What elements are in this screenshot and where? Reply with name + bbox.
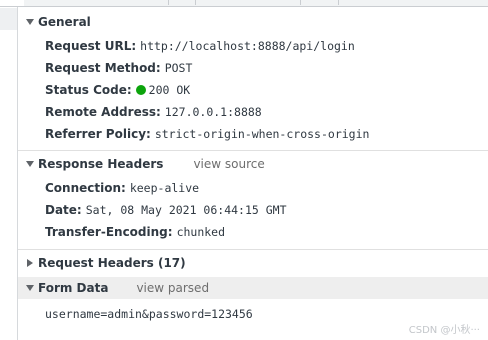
tab-separator xyxy=(195,0,196,5)
form-data-body: username=admin&password=123456 xyxy=(45,307,253,321)
form-data-body-row: username=admin&password=123456 xyxy=(45,305,253,323)
status-code-value: 200 OK xyxy=(148,83,191,97)
date-row: Date: Sat, 08 May 2021 06:44:15 GMT xyxy=(45,201,287,219)
section-divider xyxy=(18,150,488,151)
tab-headers[interactable] xyxy=(0,0,24,6)
collapsed-triangle-icon xyxy=(27,259,33,267)
request-method-value: POST xyxy=(164,61,193,75)
remote-address-label: Remote Address: xyxy=(45,105,161,119)
tab-separator xyxy=(338,0,339,5)
transfer-encoding-value: chunked xyxy=(176,225,226,239)
request-list-pane[interactable] xyxy=(0,7,18,340)
tab-separator xyxy=(300,0,301,5)
date-label: Date: xyxy=(45,203,82,217)
request-headers-section-header[interactable]: Request Headers (17) xyxy=(18,252,488,274)
form-data-title: Form Data xyxy=(38,281,109,295)
form-data-section-header[interactable]: Form Data view parsed xyxy=(18,277,488,299)
referrer-policy-label: Referrer Policy: xyxy=(45,127,151,141)
transfer-encoding-label: Transfer-Encoding: xyxy=(45,225,173,239)
expand-triangle-icon xyxy=(26,285,34,291)
referrer-policy-value: strict-origin-when-cross-origin xyxy=(154,127,370,141)
request-method-row: Request Method: POST xyxy=(45,59,192,77)
expand-triangle-icon xyxy=(26,19,34,25)
response-headers-title: Response Headers xyxy=(38,157,164,171)
status-ok-dot-icon xyxy=(135,85,146,95)
expand-triangle-icon xyxy=(26,161,34,167)
request-url-row: Request URL: http://localhost:8888/api/lo… xyxy=(45,37,355,55)
headers-panel: General Request URL: http://localhost:888… xyxy=(18,7,488,340)
tab-separator xyxy=(168,0,169,5)
remote-address-value: 127.0.0.1:8888 xyxy=(164,105,262,119)
connection-value: keep-alive xyxy=(129,181,200,195)
transfer-encoding-row: Transfer-Encoding: chunked xyxy=(45,223,225,241)
section-divider xyxy=(18,249,488,250)
request-list-row[interactable] xyxy=(0,8,17,30)
view-parsed-link[interactable]: view parsed xyxy=(136,281,209,295)
connection-label: Connection: xyxy=(45,181,126,195)
date-value: Sat, 08 May 2021 06:44:15 GMT xyxy=(85,203,287,217)
request-method-label: Request Method: xyxy=(45,61,161,75)
request-url-value: http://localhost:8888/api/login xyxy=(140,39,355,53)
connection-row: Connection: keep-alive xyxy=(45,179,199,197)
general-title: General xyxy=(38,15,91,29)
remote-address-row: Remote Address: 127.0.0.1:8888 xyxy=(45,103,262,121)
view-source-link[interactable]: view source xyxy=(193,157,264,171)
tab-strip xyxy=(0,0,488,7)
status-code-row: Status Code: 200 OK xyxy=(45,81,190,99)
status-code-label: Status Code: xyxy=(45,83,132,97)
referrer-policy-row: Referrer Policy: strict-origin-when-cross… xyxy=(45,125,369,143)
response-headers-section-header[interactable]: Response Headers view source xyxy=(18,153,488,175)
watermark: CSDN @小秋··· xyxy=(408,325,480,336)
general-section-header[interactable]: General xyxy=(18,11,488,33)
request-url-label: Request URL: xyxy=(45,39,137,53)
request-headers-title: Request Headers (17) xyxy=(38,256,186,270)
